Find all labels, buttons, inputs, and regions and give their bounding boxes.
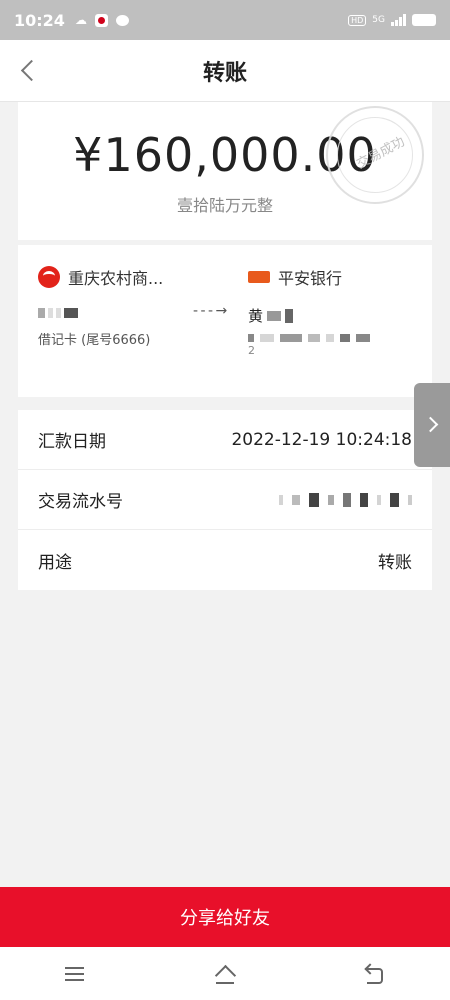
payee-account-tail: 2 bbox=[248, 344, 255, 357]
home-icon[interactable] bbox=[214, 963, 236, 985]
detail-value: 2022-12-19 10:24:18 bbox=[231, 429, 412, 450]
hd-badge: HD bbox=[348, 14, 367, 26]
page-title: 转账 bbox=[202, 60, 247, 86]
amount-card: 交易成功 ¥160,000.00 壹拾陆万元整 bbox=[18, 102, 432, 240]
system-nav-bar bbox=[0, 947, 450, 1000]
payer-bank-name: 重庆农村商... bbox=[68, 269, 164, 288]
payee-bank-name: 平安银行 bbox=[278, 269, 343, 288]
detail-label: 交易流水号 bbox=[38, 492, 123, 512]
payee-name-prefix: 黄 bbox=[248, 307, 264, 325]
payer-account: 重庆农村商... 借记卡 (尾号6666) bbox=[38, 265, 163, 348]
side-expand-tab[interactable] bbox=[414, 383, 450, 467]
share-to-friend-button[interactable]: 分享给好友 bbox=[0, 887, 450, 947]
payee-account: 平安银行 黄 2 bbox=[248, 265, 370, 357]
detail-row-purpose: 用途 转账 bbox=[18, 530, 432, 590]
detail-row-date: 汇款日期 2022-12-19 10:24:18 bbox=[18, 410, 432, 470]
return-icon[interactable] bbox=[364, 963, 386, 985]
network-label: 5G bbox=[372, 15, 385, 25]
pingan-bank-logo-icon bbox=[248, 271, 270, 283]
payer-name-masked bbox=[38, 307, 163, 319]
nav-bar: 转账 bbox=[0, 40, 450, 102]
battery-icon bbox=[412, 14, 436, 26]
payee-account-masked bbox=[248, 332, 370, 344]
detail-label: 汇款日期 bbox=[38, 432, 106, 452]
cloud-icon: ☁ bbox=[74, 13, 87, 27]
status-time: 10:24 bbox=[14, 10, 65, 30]
payee-name-masked: 黄 bbox=[248, 305, 370, 326]
status-bar: 10:24 ☁ HD 5G bbox=[0, 0, 450, 40]
app-notification-icon bbox=[94, 13, 108, 27]
back-button[interactable] bbox=[18, 58, 40, 84]
serial-number-masked bbox=[279, 492, 412, 507]
detail-card: 汇款日期 2022-12-19 10:24:18 交易流水号 用途 转账 bbox=[18, 410, 432, 590]
detail-value: 转账 bbox=[378, 552, 412, 573]
detail-row-serial: 交易流水号 bbox=[18, 470, 432, 530]
status-right: HD 5G bbox=[348, 14, 436, 26]
payer-card-type: 借记卡 (尾号6666) bbox=[38, 333, 151, 348]
signal-icon bbox=[391, 14, 406, 26]
menu-icon[interactable] bbox=[64, 963, 86, 985]
detail-label: 用途 bbox=[38, 552, 72, 573]
accounts-card: 重庆农村商... 借记卡 (尾号6666) - - - → 平安银行 黄 2 bbox=[18, 245, 432, 397]
cq-bank-logo-icon bbox=[38, 266, 60, 288]
chat-notification-icon bbox=[115, 14, 129, 26]
transfer-arrow-icon: - - - → bbox=[193, 303, 227, 319]
stamp-text: 交易成功 bbox=[354, 134, 408, 173]
success-stamp: 交易成功 bbox=[326, 106, 424, 204]
